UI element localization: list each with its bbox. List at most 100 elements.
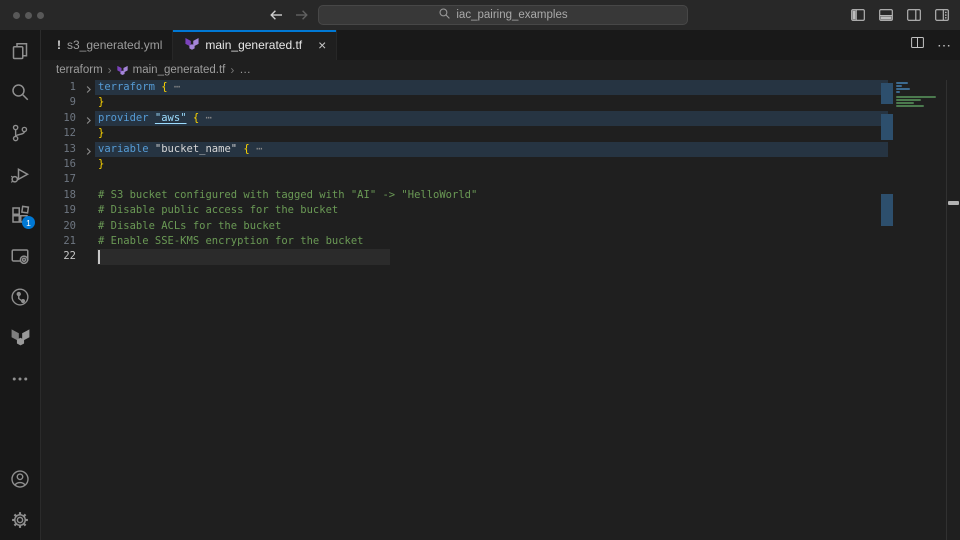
code-line[interactable]: 17 (41, 172, 947, 187)
activity-commit-graph-icon[interactable] (0, 276, 40, 317)
chevron-right-icon: › (108, 63, 112, 77)
split-editor-icon[interactable] (910, 35, 925, 55)
breadcrumb-file[interactable]: main_generated.tf (133, 64, 226, 76)
token-kw: variable (98, 143, 155, 155)
close-tab-icon[interactable]: × (318, 38, 326, 52)
minimap-code-line (896, 105, 924, 107)
code-line[interactable]: 1 terraform { ⋯ (41, 80, 947, 95)
line-number: 20 (41, 219, 76, 234)
toggle-panel-icon[interactable] (878, 7, 894, 23)
activity-accounts-icon[interactable] (0, 458, 40, 499)
activity-more-icon[interactable] (0, 358, 40, 399)
window-minimize-button[interactable] (25, 12, 32, 19)
code-editor[interactable]: 1terraform { ⋯9}10provider "aws" { ⋯12}1… (41, 80, 947, 540)
customize-layout-icon[interactable] (934, 7, 950, 23)
line-number: 1 (41, 80, 76, 95)
token-fold: ⋯ (168, 81, 181, 93)
line-number: 9 (41, 95, 76, 110)
token-cmt: # Enable SSE-KMS encryption for the buck… (98, 235, 364, 247)
activity-bar: 1 (0, 30, 41, 540)
activity-source-control-icon[interactable] (0, 112, 40, 153)
window-close-button[interactable] (13, 12, 20, 19)
line-number: 12 (41, 126, 76, 141)
code-text: # Disable public access for the bucket (98, 203, 338, 218)
code-line[interactable]: 10 provider "aws" { ⋯ (41, 111, 947, 126)
scrollbar-handle[interactable] (948, 201, 959, 205)
activity-explorer-icon[interactable] (0, 30, 40, 71)
command-center-search[interactable]: iac_pairing_examples (318, 5, 688, 25)
line-number: 19 (41, 203, 76, 218)
editor-tab-bar: ! s3_generated.yml main_generated.tf × (41, 30, 960, 60)
minimap-code-line (896, 91, 900, 93)
line-number: 18 (41, 188, 76, 203)
code-line[interactable]: 20 # Disable ACLs for the bucket (41, 219, 947, 234)
breadcrumb: terraform › main_generated.tf › … (41, 60, 960, 80)
search-icon (438, 7, 451, 23)
token-cmt: # Disable ACLs for the bucket (98, 220, 281, 232)
tab-main-generated-tf[interactable]: main_generated.tf × (173, 30, 337, 60)
code-line[interactable]: 9} (41, 95, 947, 110)
minimap-code-line (896, 85, 902, 87)
activity-settings-icon[interactable] (0, 499, 40, 540)
minimap-code-line (896, 99, 921, 101)
token-str: "bucket_name" (155, 143, 237, 155)
token-brace: } (98, 158, 104, 170)
search-text: iac_pairing_examples (456, 9, 567, 21)
code-text: } (98, 95, 104, 110)
breadcrumb-folder[interactable]: terraform (56, 64, 103, 76)
minimap-code-line (896, 88, 910, 90)
code-line[interactable]: 13 variable "bucket_name" { ⋯ (41, 142, 947, 157)
code-text: terraform { ⋯ (98, 80, 180, 95)
activity-run-debug-icon[interactable] (0, 153, 40, 194)
minimap-code-line (896, 96, 936, 98)
code-text: # Enable SSE-KMS encryption for the buck… (98, 234, 364, 249)
code-text: # Disable ACLs for the bucket (98, 219, 281, 234)
tab-label: main_generated.tf (205, 38, 302, 52)
terraform-file-icon (185, 37, 199, 54)
line-number: 21 (41, 234, 76, 249)
minimap-selection-mark (881, 114, 893, 140)
tab-label: s3_generated.yml (67, 38, 162, 52)
activity-search-icon[interactable] (0, 71, 40, 112)
code-line[interactable]: 19 # Disable public access for the bucket (41, 203, 947, 218)
code-line[interactable]: 21 # Enable SSE-KMS encryption for the bu… (41, 234, 947, 249)
code-text: provider "aws" { ⋯ (98, 111, 212, 126)
line-number: 16 (41, 157, 76, 172)
activity-extensions-icon[interactable]: 1 (0, 194, 40, 235)
window-maximize-button[interactable] (37, 12, 44, 19)
window-controls[interactable] (13, 12, 44, 19)
minimap-code-line (896, 82, 908, 84)
code-text: variable "bucket_name" { ⋯ (98, 142, 262, 157)
token-cmt: # S3 bucket configured with tagged with … (98, 189, 477, 201)
code-line[interactable]: 18 # S3 bucket configured with tagged wit… (41, 188, 947, 203)
code-line[interactable]: 12} (41, 126, 947, 141)
terraform-file-icon (117, 65, 128, 76)
code-line[interactable]: 16} (41, 157, 947, 172)
code-text: } (98, 157, 104, 172)
tab-s3-generated-yml[interactable]: ! s3_generated.yml (45, 30, 173, 60)
code-line[interactable]: 22 (41, 249, 947, 264)
activity-remote-explorer-icon[interactable] (0, 235, 40, 276)
minimap[interactable] (881, 80, 947, 540)
activity-terraform-icon[interactable] (0, 317, 40, 358)
minimap-selection-mark (881, 83, 893, 104)
navigate-back-icon[interactable] (268, 7, 284, 23)
line-number: 22 (41, 249, 76, 264)
toggle-secondary-sidebar-icon[interactable] (906, 7, 922, 23)
navigate-forward-icon[interactable] (294, 7, 310, 23)
more-actions-icon[interactable]: ⋯ (937, 37, 952, 54)
line-number: 13 (41, 142, 76, 157)
token-fold: ⋯ (250, 143, 263, 155)
breadcrumb-symbol-ellipsis[interactable]: … (239, 64, 251, 76)
editor-sash[interactable] (946, 80, 947, 540)
toggle-primary-sidebar-icon[interactable] (850, 7, 866, 23)
chevron-right-icon: › (230, 63, 234, 77)
minimap-code-line (896, 102, 914, 104)
text-cursor (98, 250, 100, 264)
token-brace: } (98, 127, 104, 139)
token-kw: provider (98, 112, 155, 124)
minimap-selection-mark (881, 194, 893, 226)
current-line-highlight (97, 249, 390, 264)
token-cmt: # Disable public access for the bucket (98, 204, 338, 216)
line-number: 10 (41, 111, 76, 126)
